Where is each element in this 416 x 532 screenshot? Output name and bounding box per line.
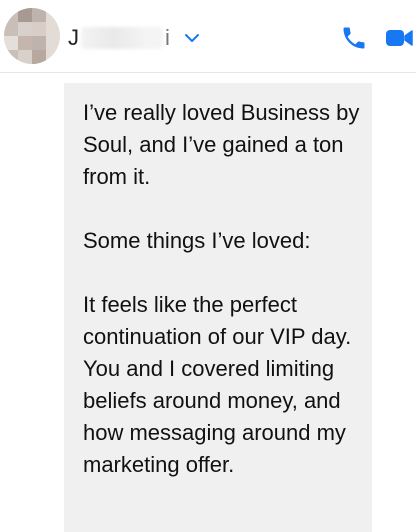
message-thread[interactable]: I’ve really loved Business by Soul, and … xyxy=(0,73,416,532)
contact-name[interactable]: J i xyxy=(68,24,170,52)
conversation-header: J i xyxy=(0,0,416,73)
chevron-down-icon[interactable] xyxy=(184,30,200,46)
message-bubble[interactable]: I’ve really loved Business by Soul, and … xyxy=(64,83,372,532)
message-paragraph: It feels like the perfect continuation o… xyxy=(83,292,352,477)
message-paragraph: Some things I’ve loved: xyxy=(83,228,311,253)
contact-name-redacted xyxy=(81,27,163,49)
phone-icon[interactable] xyxy=(340,24,368,52)
contact-name-tail: i xyxy=(165,25,170,50)
contact-name-initial: J xyxy=(68,25,79,50)
contact-avatar[interactable] xyxy=(4,8,60,64)
message-paragraph: I’ve really loved Business by Soul, and … xyxy=(83,100,360,189)
messenger-screen: J i I’ve really loved Business by Soul, … xyxy=(0,0,416,532)
video-camera-icon[interactable] xyxy=(384,24,414,52)
